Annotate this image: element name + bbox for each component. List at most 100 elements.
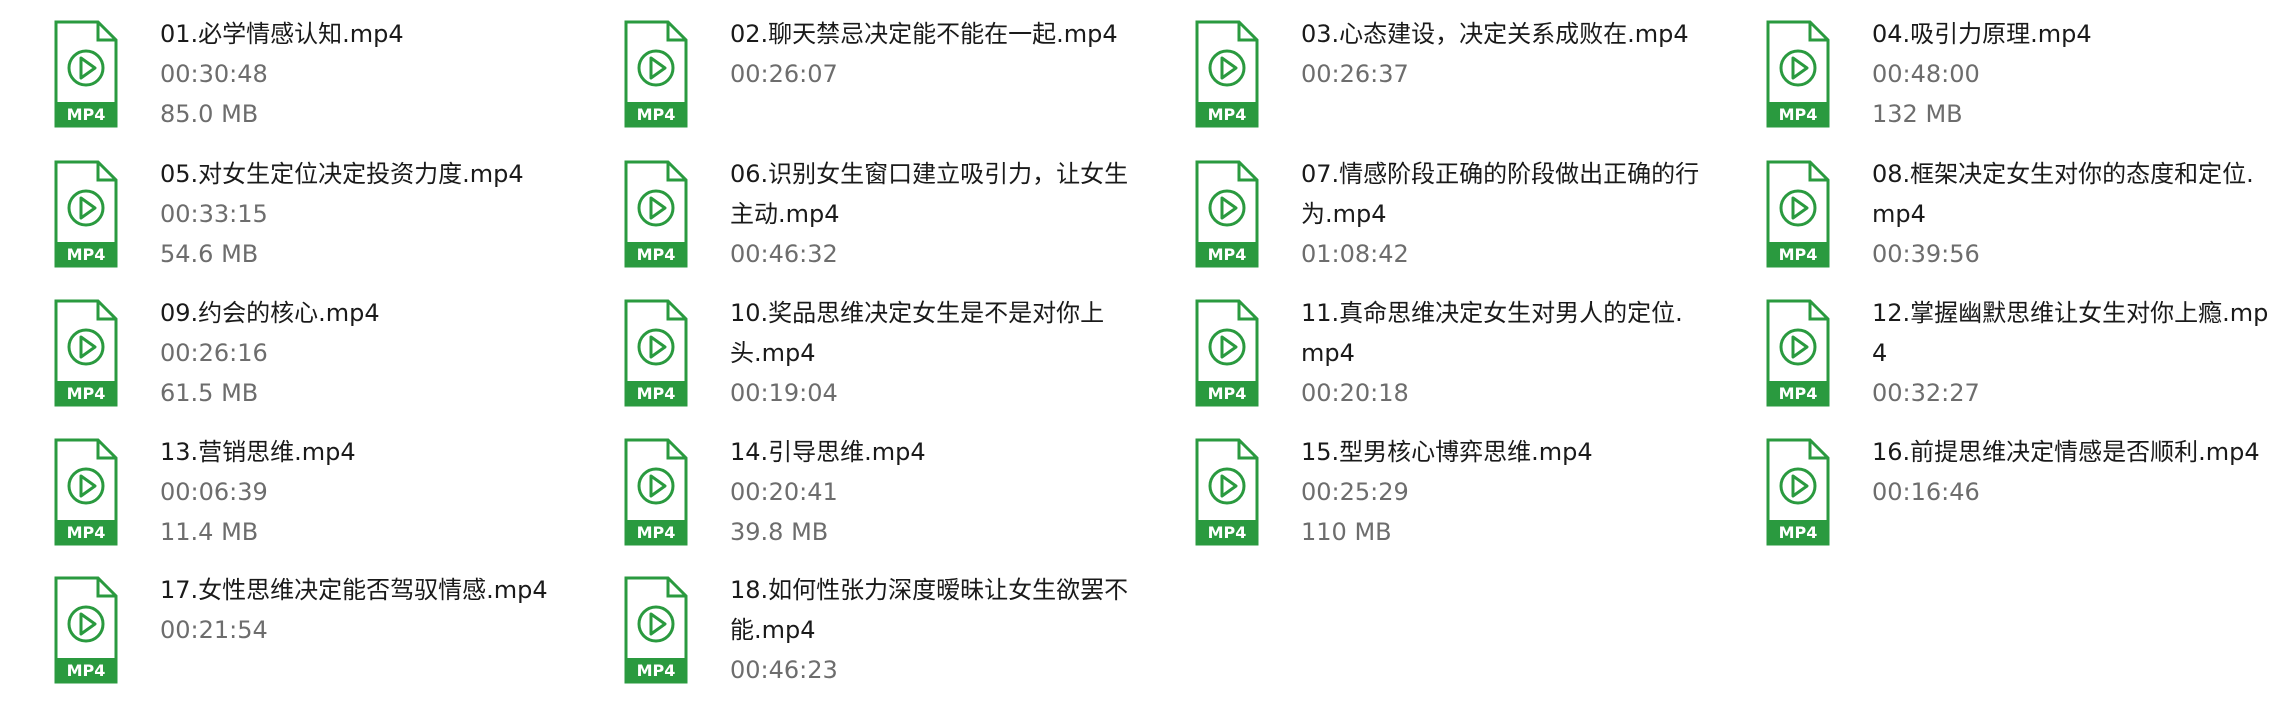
- file-item[interactable]: MP4 14.引导思维.mp4 00:20:41 39.8 MB: [570, 418, 1130, 548]
- icon-type-label: MP4: [1779, 384, 1818, 403]
- icon-type-label: MP4: [67, 661, 106, 680]
- file-info: 09.约会的核心.mp4 00:26:16 61.5 MB: [160, 293, 560, 413]
- file-item[interactable]: MP4 13.营销思维.mp4 00:06:39 11.4 MB: [0, 418, 560, 548]
- file-duration: 00:39:56: [1872, 240, 1980, 268]
- file-info: 04.吸引力原理.mp4 00:48:00 132 MB: [1872, 14, 2272, 134]
- file-item[interactable]: MP4 16.前提思维决定情感是否顺利.mp4 00:16:46: [1712, 418, 2272, 548]
- file-item[interactable]: MP4 09.约会的核心.mp4 00:26:16 61.5 MB: [0, 279, 560, 409]
- icon-type-label: MP4: [637, 661, 676, 680]
- icon-type-label: MP4: [1208, 523, 1247, 542]
- file-duration: 00:20:41: [730, 478, 838, 506]
- file-name: 16.前提思维决定情感是否顺利.mp4: [1872, 438, 2260, 466]
- icon-type-label: MP4: [637, 523, 676, 542]
- mp4-file-icon: MP4: [54, 20, 118, 128]
- mp4-file-icon: MP4: [1195, 438, 1259, 546]
- file-size: 39.8 MB: [730, 518, 829, 546]
- file-size: 132 MB: [1872, 100, 1963, 128]
- file-name: 18.如何性张力深度暧昧让女生欲罢不能.mp4: [730, 576, 1129, 644]
- file-item[interactable]: MP4 03.心态建设，决定关系成败在.mp4 00:26:37: [1141, 0, 1701, 130]
- icon-type-label: MP4: [67, 105, 106, 124]
- file-name: 10.奖品思维决定女生是不是对你上头.mp4: [730, 299, 1105, 367]
- file-name: 02.聊天禁忌决定能不能在一起.mp4: [730, 20, 1118, 48]
- file-duration: 00:46:32: [730, 240, 838, 268]
- icon-type-label: MP4: [1208, 105, 1247, 124]
- file-item[interactable]: MP4 05.对女生定位决定投资力度.mp4 00:33:15 54.6 MB: [0, 140, 560, 270]
- file-duration: 00:21:54: [160, 616, 268, 644]
- file-duration: 00:46:23: [730, 656, 838, 684]
- file-size: 11.4 MB: [160, 518, 259, 546]
- file-duration: 00:26:16: [160, 339, 268, 367]
- file-name: 07.情感阶段正确的阶段做出正确的行为.mp4: [1301, 160, 1700, 228]
- file-name: 01.必学情感认知.mp4: [160, 20, 404, 48]
- file-info: 12.掌握幽默思维让女生对你上瘾.mp4 00:32:27: [1872, 293, 2272, 413]
- file-duration: 01:08:42: [1301, 240, 1409, 268]
- mp4-file-icon: MP4: [624, 160, 688, 268]
- file-duration: 00:06:39: [160, 478, 268, 506]
- file-name: 05.对女生定位决定投资力度.mp4: [160, 160, 524, 188]
- icon-type-label: MP4: [637, 384, 676, 403]
- mp4-file-icon: MP4: [624, 299, 688, 407]
- file-duration: 00:30:48: [160, 60, 268, 88]
- mp4-file-icon: MP4: [54, 438, 118, 546]
- file-duration: 00:16:46: [1872, 478, 1980, 506]
- file-grid: MP4 01.必学情感认知.mp4 00:30:48 85.0 MB MP4 02.聊天禁…: [0, 0, 2292, 720]
- file-info: 03.心态建设，决定关系成败在.mp4 00:26:37: [1301, 14, 1701, 94]
- file-info: 08.框架决定女生对你的态度和定位.mp4 00:39:56: [1872, 154, 2272, 274]
- file-item[interactable]: MP4 08.框架决定女生对你的态度和定位.mp4 00:39:56: [1712, 140, 2272, 270]
- file-item[interactable]: MP4 06.识别女生窗口建立吸引力，让女生主动.mp4 00:46:32: [570, 140, 1130, 270]
- icon-type-label: MP4: [67, 523, 106, 542]
- file-name: 15.型男核心博弈思维.mp4: [1301, 438, 1593, 466]
- icon-type-label: MP4: [1779, 523, 1818, 542]
- file-info: 14.引导思维.mp4 00:20:41 39.8 MB: [730, 432, 1130, 552]
- file-size: 61.5 MB: [160, 379, 259, 407]
- mp4-file-icon: MP4: [1195, 160, 1259, 268]
- file-name: 12.掌握幽默思维让女生对你上瘾.mp4: [1872, 299, 2269, 367]
- file-item[interactable]: MP4 10.奖品思维决定女生是不是对你上头.mp4 00:19:04: [570, 279, 1130, 409]
- file-duration: 00:19:04: [730, 379, 838, 407]
- mp4-file-icon: MP4: [1766, 299, 1830, 407]
- mp4-file-icon: MP4: [1766, 160, 1830, 268]
- file-item[interactable]: MP4 17.女性思维决定能否驾驭情感.mp4 00:21:54: [0, 556, 560, 686]
- icon-type-label: MP4: [637, 245, 676, 264]
- icon-type-label: MP4: [1779, 105, 1818, 124]
- file-duration: 00:26:37: [1301, 60, 1409, 88]
- file-info: 10.奖品思维决定女生是不是对你上头.mp4 00:19:04: [730, 293, 1130, 413]
- file-duration: 00:25:29: [1301, 478, 1409, 506]
- file-item[interactable]: MP4 02.聊天禁忌决定能不能在一起.mp4 00:26:07: [570, 0, 1130, 130]
- file-item[interactable]: MP4 15.型男核心博弈思维.mp4 00:25:29 110 MB: [1141, 418, 1701, 548]
- mp4-file-icon: MP4: [624, 438, 688, 546]
- file-info: 11.真命思维决定女生对男人的定位.mp4 00:20:18: [1301, 293, 1701, 413]
- mp4-file-icon: MP4: [624, 20, 688, 128]
- icon-type-label: MP4: [1779, 245, 1818, 264]
- file-duration: 00:26:07: [730, 60, 838, 88]
- file-item[interactable]: MP4 18.如何性张力深度暧昧让女生欲罢不能.mp4 00:46:23: [570, 556, 1130, 686]
- file-info: 18.如何性张力深度暧昧让女生欲罢不能.mp4 00:46:23: [730, 570, 1130, 690]
- file-item[interactable]: MP4 11.真命思维决定女生对男人的定位.mp4 00:20:18: [1141, 279, 1701, 409]
- file-info: 16.前提思维决定情感是否顺利.mp4 00:16:46: [1872, 432, 2272, 512]
- file-size: 85.0 MB: [160, 100, 259, 128]
- mp4-file-icon: MP4: [54, 299, 118, 407]
- file-info: 13.营销思维.mp4 00:06:39 11.4 MB: [160, 432, 560, 552]
- file-info: 01.必学情感认知.mp4 00:30:48 85.0 MB: [160, 14, 560, 134]
- file-name: 11.真命思维决定女生对男人的定位.mp4: [1301, 299, 1683, 367]
- file-duration: 00:20:18: [1301, 379, 1409, 407]
- file-name: 13.营销思维.mp4: [160, 438, 356, 466]
- file-item[interactable]: MP4 01.必学情感认知.mp4 00:30:48 85.0 MB: [0, 0, 560, 130]
- file-duration: 00:32:27: [1872, 379, 1980, 407]
- file-name: 03.心态建设，决定关系成败在.mp4: [1301, 20, 1689, 48]
- file-item[interactable]: MP4 12.掌握幽默思维让女生对你上瘾.mp4 00:32:27: [1712, 279, 2272, 409]
- icon-type-label: MP4: [637, 105, 676, 124]
- file-size: 110 MB: [1301, 518, 1392, 546]
- file-info: 15.型男核心博弈思维.mp4 00:25:29 110 MB: [1301, 432, 1701, 552]
- mp4-file-icon: MP4: [1766, 20, 1830, 128]
- file-item[interactable]: MP4 04.吸引力原理.mp4 00:48:00 132 MB: [1712, 0, 2272, 130]
- mp4-file-icon: MP4: [54, 576, 118, 684]
- file-name: 06.识别女生窗口建立吸引力，让女生主动.mp4: [730, 160, 1129, 228]
- mp4-file-icon: MP4: [1195, 299, 1259, 407]
- icon-type-label: MP4: [67, 245, 106, 264]
- file-item[interactable]: MP4 07.情感阶段正确的阶段做出正确的行为.mp4 01:08:42: [1141, 140, 1701, 270]
- file-name: 09.约会的核心.mp4: [160, 299, 380, 327]
- mp4-file-icon: MP4: [1766, 438, 1830, 546]
- file-name: 08.框架决定女生对你的态度和定位.mp4: [1872, 160, 2254, 228]
- file-duration: 00:33:15: [160, 200, 268, 228]
